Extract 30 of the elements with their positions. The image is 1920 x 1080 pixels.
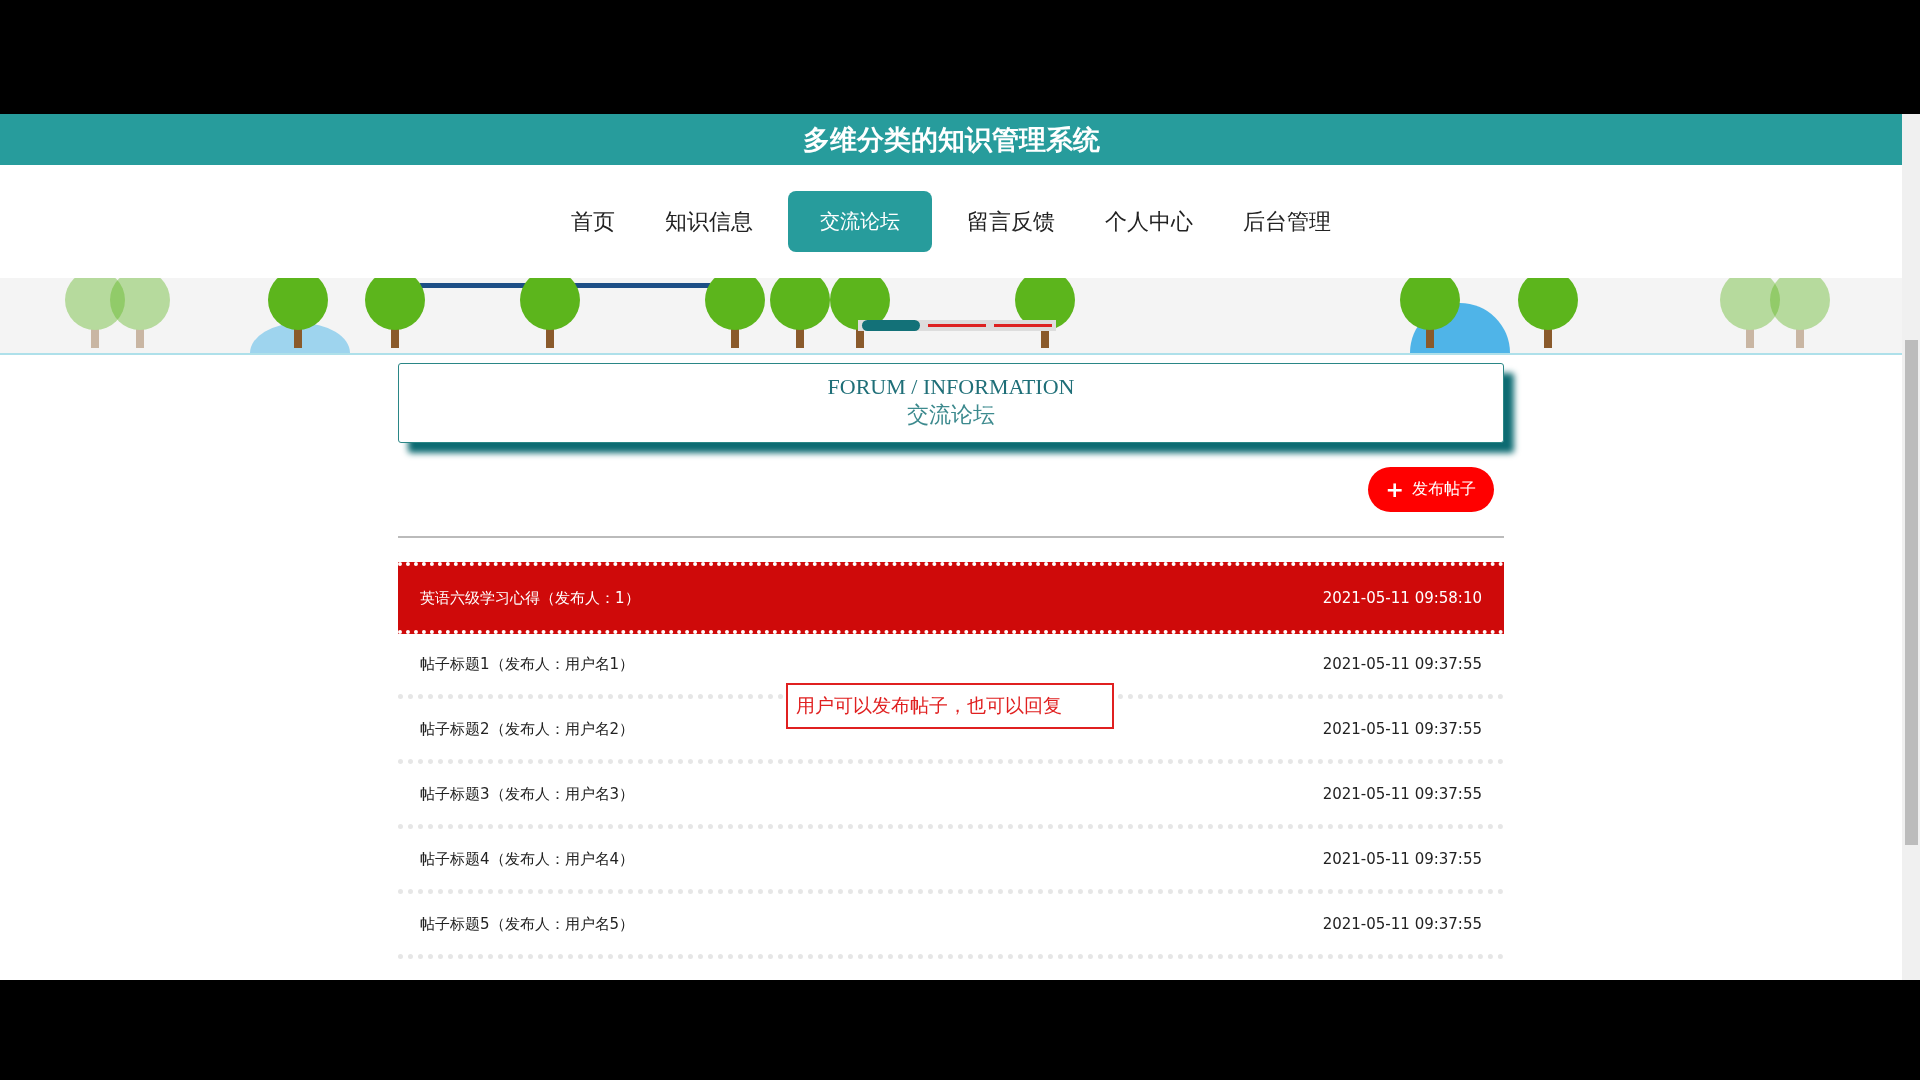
nav-tab[interactable]: 留言反馈 (952, 190, 1070, 253)
post-title: 帖子标题5（发布人：用户名5） (420, 914, 635, 934)
post-time: 2021-05-11 09:58:10 (1322, 589, 1482, 607)
plus-icon: + (1385, 477, 1404, 502)
scrollbar-thumb[interactable] (1905, 340, 1918, 845)
nav-tab[interactable]: 个人中心 (1090, 190, 1208, 253)
carousel-indicator[interactable] (862, 320, 920, 331)
post-time: 2021-05-11 09:37:55 (1322, 785, 1482, 803)
nav-tab[interactable]: 后台管理 (1228, 190, 1346, 253)
post-title: 帖子标题2（发布人：用户名2） (420, 719, 635, 739)
post-title: 帖子标题4（发布人：用户名4） (420, 849, 635, 869)
new-post-button[interactable]: + 发布帖子 (1367, 467, 1494, 512)
annotation-text-box: 用户可以发布帖子，也可以回复 (786, 683, 1114, 729)
post-row[interactable]: 帖子标题5（发布人：用户名5） 2021-05-11 09:37:55 (398, 894, 1504, 959)
post-title: 帖子标题3（发布人：用户名3） (420, 784, 635, 804)
nav-tab[interactable]: 首页 (556, 190, 630, 253)
post-row[interactable]: 帖子标题3（发布人：用户名3） 2021-05-11 09:37:55 (398, 764, 1504, 829)
post-title: 帖子标题1（发布人：用户名1） (420, 654, 635, 674)
post-row[interactable]: 英语六级学习心得（发布人：1） 2021-05-11 09:58:10 (398, 562, 1504, 634)
post-title: 英语六级学习心得（发布人：1） (420, 588, 640, 608)
section-subtitle: 交流论坛 (907, 401, 995, 429)
section-title: FORUM / INFORMATION (827, 374, 1075, 400)
nav-tab[interactable]: 知识信息 (650, 190, 768, 253)
post-time: 2021-05-11 09:37:55 (1322, 915, 1482, 933)
scrollbar[interactable] (1902, 114, 1920, 980)
post-time: 2021-05-11 09:37:55 (1322, 720, 1482, 738)
post-time: 2021-05-11 09:37:55 (1322, 655, 1482, 673)
site-title: 多维分类的知识管理系统 (802, 122, 1100, 157)
post-row[interactable]: 帖子标题4（发布人：用户名4） 2021-05-11 09:37:55 (398, 829, 1504, 894)
post-time: 2021-05-11 09:37:55 (1322, 850, 1482, 868)
